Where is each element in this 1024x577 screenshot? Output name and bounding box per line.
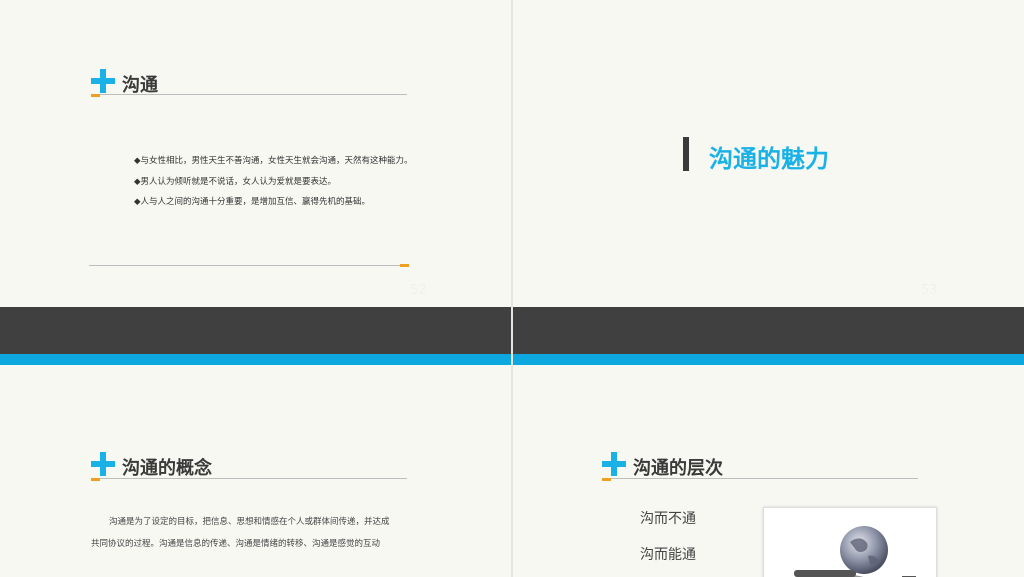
bullet-item: ◆与女性相比，男性天生不善沟通，女性天生就会沟通，天然有这种能力。: [134, 156, 413, 166]
globe-icon: [794, 526, 916, 577]
title-accent: [91, 94, 100, 97]
footer-accent: [400, 264, 409, 267]
bullet-list: ◆与女性相比，男性天生不善沟通，女性天生就会沟通，天然有这种能力。 ◆男人认为倾…: [134, 151, 413, 213]
section-title: 沟通的魅力: [709, 145, 829, 173]
slide-54[interactable]: 沟通的概念 沟通是为了设定的目标，把信息、思想和情感在个人或群体间传递，并达成 …: [0, 365, 511, 577]
slide-divider: [511, 0, 513, 577]
plus-icon: [91, 69, 115, 93]
level-item: 沟而能通: [640, 547, 696, 563]
slide-53[interactable]: 沟通的魅力 53: [513, 0, 1024, 307]
band-gap: [511, 307, 513, 365]
globe-photo: [763, 507, 937, 577]
paragraph-line: 共同协议的过程。沟通是信息的传递、沟通是情绪的转移、沟通是感觉的互动: [91, 539, 381, 549]
plus-icon: [91, 452, 115, 476]
paragraph-line: 沟通是为了设定的目标，把信息、思想和情感在个人或群体间传递，并达成: [109, 517, 390, 527]
footer-rule: [89, 265, 409, 266]
slide-title: 沟通的层次: [633, 458, 723, 479]
title-rule: [602, 478, 918, 479]
bullet-item: ◆男人认为倾听就是不说话，女人认为爱就是要表达。: [134, 176, 337, 187]
page-number: 53: [921, 283, 938, 298]
slide-52[interactable]: 沟通 ◆与女性相比，男性天生不善沟通，女性天生就会沟通，天然有这种能力。 ◆男人…: [0, 0, 511, 307]
title-accent: [602, 478, 611, 481]
slide-title: 沟通的概念: [122, 458, 212, 479]
title-accent: [91, 478, 100, 481]
title-bar: [683, 137, 689, 171]
bullet-item: ◆人与人之间的沟通十分重要，是增加互信、赢得先机的基础。: [134, 197, 371, 207]
title-rule: [91, 94, 407, 95]
page-number: 52: [410, 283, 427, 298]
title-rule: [91, 478, 407, 479]
level-item: 沟而不通: [640, 511, 696, 527]
slide-55[interactable]: 沟通的层次 沟而不通 沟而能通: [513, 365, 1024, 577]
concept-paragraph: 沟通是为了设定的目标，把信息、思想和情感在个人或群体间传递，并达成 共同协议的过…: [91, 511, 421, 555]
plus-icon: [602, 452, 626, 476]
